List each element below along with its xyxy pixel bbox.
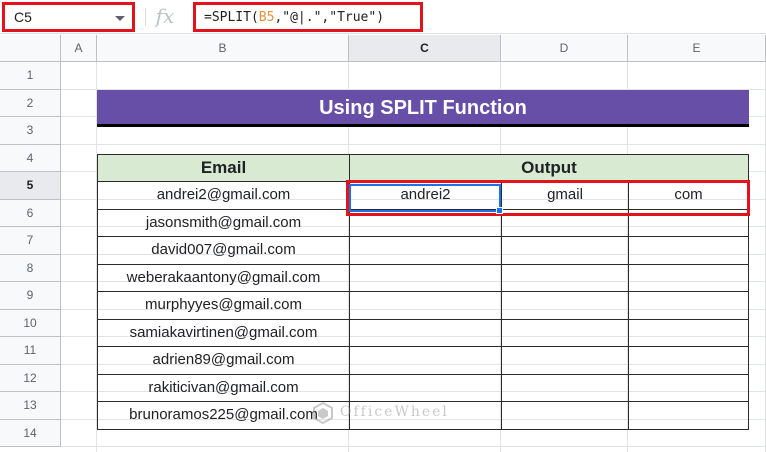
output-cell[interactable] bbox=[501, 263, 629, 292]
row-header-2[interactable]: 2 bbox=[0, 89, 61, 117]
output-cell[interactable] bbox=[349, 373, 502, 402]
gridline bbox=[61, 446, 766, 447]
row-header-8[interactable]: 8 bbox=[0, 254, 61, 282]
email-header[interactable]: Email bbox=[97, 154, 350, 182]
email-cell[interactable]: samiakavirtinen@gmail.com bbox=[97, 318, 350, 347]
output-cell[interactable] bbox=[628, 401, 749, 430]
email-cell[interactable]: adrien89@gmail.com bbox=[97, 346, 350, 375]
gridline bbox=[61, 143, 766, 145]
output-cell[interactable] bbox=[628, 373, 749, 402]
row-header-5[interactable]: 5 bbox=[0, 172, 61, 200]
email-cell[interactable]: rakiticivan@gmail.com bbox=[97, 373, 350, 402]
name-box-value: C5 bbox=[14, 9, 32, 25]
name-box[interactable]: C5 bbox=[2, 2, 135, 32]
output-cell[interactable] bbox=[501, 318, 629, 347]
watermark-text: OfficeWheel bbox=[340, 404, 449, 420]
row-header-4[interactable]: 4 bbox=[0, 144, 61, 172]
output-cell[interactable] bbox=[501, 291, 629, 320]
officewheel-watermark: OfficeWheel bbox=[312, 400, 462, 426]
output-cell[interactable] bbox=[628, 236, 749, 265]
output-cell[interactable] bbox=[349, 263, 502, 292]
row-header-6[interactable]: 6 bbox=[0, 199, 61, 227]
sheet-title[interactable]: Using SPLIT Function bbox=[97, 90, 749, 127]
email-cell[interactable]: jasonsmith@gmail.com bbox=[97, 208, 350, 237]
row-header-12[interactable]: 12 bbox=[0, 364, 61, 392]
output-cell[interactable] bbox=[628, 291, 749, 320]
email-cell[interactable]: weberakaantony@gmail.com bbox=[97, 263, 350, 292]
output-cell[interactable] bbox=[628, 346, 749, 375]
formula-bar: C5 fx =SPLIT(B5,"@|.","True") bbox=[0, 0, 766, 34]
output-cell[interactable] bbox=[349, 346, 502, 375]
output-cell[interactable] bbox=[349, 291, 502, 320]
column-header-b[interactable]: B bbox=[97, 35, 349, 62]
output-cell[interactable] bbox=[628, 263, 749, 292]
row-header-11[interactable]: 11 bbox=[0, 337, 61, 365]
row-header-1[interactable]: 1 bbox=[0, 62, 61, 90]
active-cell-selection[interactable] bbox=[349, 184, 501, 212]
formula-cell-reference: B5 bbox=[258, 10, 275, 25]
email-cell[interactable]: andrei2@gmail.com bbox=[97, 181, 350, 210]
row-header-7[interactable]: 7 bbox=[0, 227, 61, 255]
output-cell[interactable] bbox=[349, 236, 502, 265]
output-cell[interactable] bbox=[349, 318, 502, 347]
row-header-13[interactable]: 13 bbox=[0, 392, 61, 420]
fill-handle[interactable] bbox=[496, 207, 503, 214]
row-header-9[interactable]: 9 bbox=[0, 282, 61, 310]
output-cell[interactable] bbox=[501, 373, 629, 402]
row-header-3[interactable]: 3 bbox=[0, 117, 61, 145]
formula-text: =SPLIT(B5,"@|.","True") bbox=[204, 10, 385, 25]
output-cell[interactable] bbox=[501, 401, 629, 430]
officewheel-logo-icon bbox=[313, 402, 333, 424]
email-cell[interactable]: david007@gmail.com bbox=[97, 236, 350, 265]
formula-input[interactable]: =SPLIT(B5,"@|.","True") bbox=[193, 2, 423, 32]
column-header-d[interactable]: D bbox=[501, 35, 628, 62]
output-cell[interactable] bbox=[501, 236, 629, 265]
output-cell[interactable] bbox=[628, 318, 749, 347]
chevron-down-icon[interactable] bbox=[115, 16, 125, 21]
fx-icon: fx bbox=[155, 4, 175, 28]
select-all-corner[interactable] bbox=[0, 35, 61, 62]
column-header-c[interactable]: C bbox=[349, 35, 501, 62]
column-header-a[interactable]: A bbox=[61, 35, 97, 62]
output-header[interactable]: Output bbox=[349, 154, 749, 182]
row-header-10[interactable]: 10 bbox=[0, 309, 61, 337]
column-header-e[interactable]: E bbox=[628, 35, 766, 62]
divider bbox=[145, 8, 146, 26]
email-cell[interactable]: murphyyes@gmail.com bbox=[97, 291, 350, 320]
row-header-14[interactable]: 14 bbox=[0, 419, 61, 447]
output-cell[interactable] bbox=[501, 346, 629, 375]
